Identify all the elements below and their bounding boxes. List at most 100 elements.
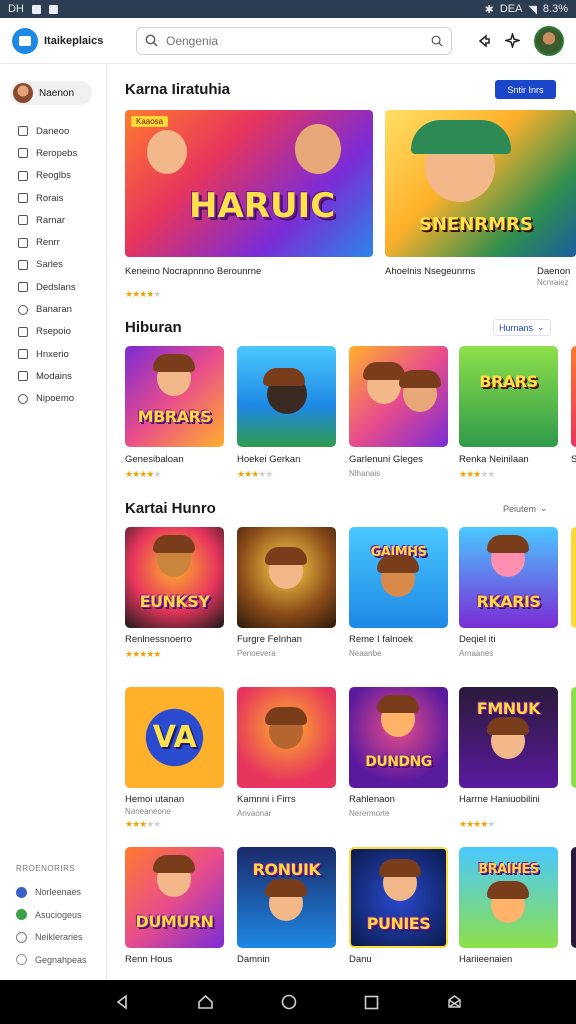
game-tile[interactable] xyxy=(237,346,336,447)
grid-icon xyxy=(18,371,28,382)
grid-icon xyxy=(18,126,28,137)
back-icon[interactable] xyxy=(114,994,130,1010)
footer-item-1[interactable]: Asuciogeus xyxy=(16,904,87,927)
game-tile[interactable]: RKARIS xyxy=(459,527,558,628)
game-tile[interactable]: RONUIK xyxy=(237,847,336,948)
character-art xyxy=(295,124,341,174)
character-art xyxy=(153,535,195,577)
app-logo[interactable]: Itaikeplaics xyxy=(12,27,120,54)
circle-icon xyxy=(16,909,27,921)
game-tile[interactable] xyxy=(571,687,576,788)
game-tile[interactable] xyxy=(237,527,336,628)
sidebar-item-8[interactable]: Banaran xyxy=(18,298,77,320)
character-art xyxy=(263,368,307,414)
sidebar-item-label: Reoglbs xyxy=(36,170,71,182)
tile-name: Kamnni i Firrs xyxy=(237,794,296,805)
tile-name: Hariieenaien xyxy=(459,954,513,965)
category-filter[interactable]: Hurnans ⌄ xyxy=(493,319,551,336)
character-art xyxy=(363,362,405,404)
sidebar-nav: Daneoo Reropebs Reoglbs Rorais Rarnar Re… xyxy=(18,120,77,410)
search-bar[interactable] xyxy=(136,26,452,55)
battery-text: 8.3% xyxy=(542,3,568,15)
home-icon xyxy=(18,215,28,226)
sidebar-item-10[interactable]: Hnxerio xyxy=(18,343,77,365)
rating-stars: ★★★★★ xyxy=(125,289,161,299)
gamepad-icon[interactable] xyxy=(505,33,520,48)
game-tile[interactable]: BRAIHES xyxy=(459,847,558,948)
character-art xyxy=(265,547,307,589)
featured-card-0[interactable]: Kaaosa HARUIC xyxy=(125,110,373,257)
home-icon[interactable] xyxy=(197,994,214,1010)
game-tile[interactable]: DUMURN xyxy=(125,847,224,948)
assistant-icon[interactable] xyxy=(446,994,463,1010)
tile-name: Reme I falnoek xyxy=(349,634,413,645)
sidebar-item-12[interactable]: Nipoemo xyxy=(18,388,77,410)
sidebar-item-0[interactable]: Daneoo xyxy=(18,120,77,142)
game-tile[interactable]: VA xyxy=(125,687,224,788)
rating-stars: ★★★★★ xyxy=(459,469,495,479)
featured-card-title: Ahoelnis Nsegeunrns xyxy=(385,266,476,277)
game-tile[interactable]: EUNKSY xyxy=(125,527,224,628)
sidebar-item-label: Dedslans xyxy=(36,281,76,293)
sidebar-item-2[interactable]: Reoglbs xyxy=(18,165,77,187)
notification-icon xyxy=(48,4,58,14)
featured-art-text: HARUIC xyxy=(189,186,336,226)
sidebar-item-6[interactable]: Sarles xyxy=(18,254,77,276)
sidebar-item-label: Sarles xyxy=(36,259,63,271)
search-submit-icon[interactable] xyxy=(431,35,443,47)
sidebar-item-11[interactable]: Modains xyxy=(18,365,77,387)
sidebar-item-3[interactable]: Rorais xyxy=(18,187,77,209)
sidebar-item-5[interactable]: Renrr xyxy=(18,231,77,253)
tile-name: Deqiel iti xyxy=(459,634,496,645)
tile-sub: Naneaneone xyxy=(125,807,171,816)
game-tile[interactable] xyxy=(571,346,576,447)
tile-name: Rahlenaon xyxy=(349,794,395,805)
circle-icon[interactable] xyxy=(281,994,297,1010)
profile-name: Naenon xyxy=(39,87,75,99)
rating-stars: ★★★★★ xyxy=(459,819,495,829)
tile-art-text: RONUIK xyxy=(252,860,321,879)
game-tile[interactable]: BRARS xyxy=(459,346,558,447)
profile-chip[interactable]: Naenon xyxy=(10,81,92,105)
sidebar-item-label: Rarnar xyxy=(36,214,66,226)
sidebar-item-1[interactable]: Reropebs xyxy=(18,142,77,164)
game-tile[interactable]: PUNIES xyxy=(349,847,448,948)
sidebar-footer: RROENORIRS Norleenaes Asuciogeus Neikler… xyxy=(16,864,87,971)
tile-name: Garlenuni Gleges xyxy=(349,454,423,465)
featured-badge: Kaaosa xyxy=(131,116,169,127)
footer-item-2[interactable]: Neikleraries xyxy=(16,926,87,949)
sidebar-item-9[interactable]: Rsepoio xyxy=(18,321,77,343)
sidebar-item-7[interactable]: Dedslans xyxy=(18,276,77,298)
game-tile[interactable] xyxy=(571,527,576,628)
tile-art-text: BRARS xyxy=(479,372,538,391)
search-input[interactable] xyxy=(166,33,423,48)
section-title-hiburan: Hiburan xyxy=(125,319,182,336)
share-icon[interactable] xyxy=(477,33,491,48)
featured-card-1[interactable]: SNENRMRS xyxy=(385,110,576,257)
footer-item-0[interactable]: Norleenaes xyxy=(16,881,87,904)
tile-art-text: RKARIS xyxy=(476,592,541,611)
game-tile[interactable]: FMNUK xyxy=(459,687,558,788)
game-tile[interactable] xyxy=(349,346,448,447)
sidebar-item-4[interactable]: Rarnar xyxy=(18,209,77,231)
logo-icon xyxy=(12,27,38,54)
notification-icon xyxy=(31,4,41,14)
game-tile[interactable]: GAIMHS xyxy=(349,527,448,628)
game-tile[interactable]: DUNDNG xyxy=(349,687,448,788)
recents-icon[interactable] xyxy=(364,995,379,1010)
see-all-button[interactable]: Sntir Inrs xyxy=(495,80,556,99)
game-tile[interactable] xyxy=(237,687,336,788)
user-avatar[interactable] xyxy=(534,25,564,56)
featured-art-text: SNENRMRS xyxy=(419,214,533,235)
system-nav-bar xyxy=(0,980,576,1024)
main-content: Karna Iiratuhia Sntir Inrs Kaaosa HARUIC… xyxy=(108,64,576,980)
sort-filter[interactable]: Peiutem ⌄ xyxy=(498,501,553,516)
tile-art-text: MBRARS xyxy=(137,407,212,426)
footer-item-3[interactable]: Gegnahpeas xyxy=(16,949,87,972)
grid-icon xyxy=(18,170,28,181)
game-tile[interactable]: MBRARS xyxy=(125,346,224,447)
game-tile[interactable] xyxy=(571,847,576,948)
tile-name: S xyxy=(571,454,576,465)
character-art xyxy=(147,130,187,174)
tile-art-text: DUMURN xyxy=(135,912,214,931)
